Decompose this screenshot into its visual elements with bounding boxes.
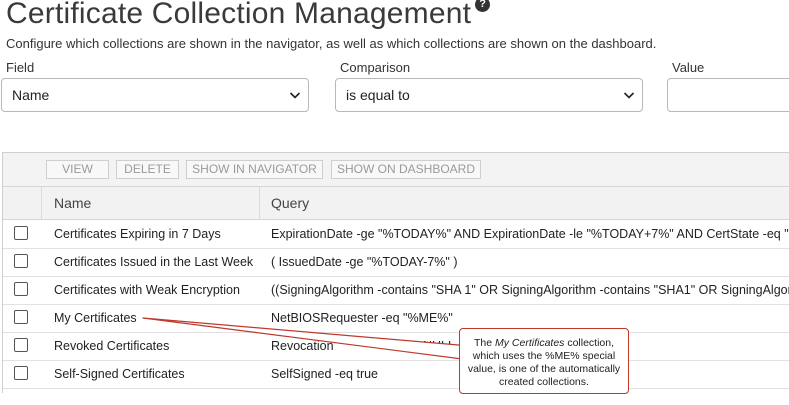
row-checkbox[interactable]: [14, 366, 28, 380]
table-row[interactable]: Self-Signed Certificates SelfSigned -eq …: [3, 360, 789, 389]
page-title-container: Certificate Collection Management?: [6, 0, 491, 31]
collections-grid: VIEW DELETE SHOW IN NAVIGATOR SHOW ON DA…: [2, 152, 789, 393]
row-name: Certificates Expiring in 7 Days: [54, 227, 221, 241]
page-title: Certificate Collection Management: [6, 0, 472, 30]
row-query: SelfSigned -eq true: [271, 367, 379, 381]
table-row[interactable]: Certificates Issued in the Last Week ( I…: [3, 248, 789, 277]
annotation-callout: The My Certificates collection, which us…: [459, 328, 629, 394]
row-query: Revocation: [271, 339, 334, 353]
show-on-dashboard-button[interactable]: SHOW ON DASHBOARD: [331, 160, 481, 179]
row-query: ExpirationDate -ge "%TODAY%" AND Expirat…: [271, 227, 789, 241]
row-name: Certificates Issued in the Last Week: [54, 255, 254, 269]
row-checkbox[interactable]: [14, 338, 28, 352]
row-query-tail: NULL: [423, 339, 455, 353]
view-button[interactable]: VIEW: [46, 160, 109, 179]
delete-button[interactable]: DELETE: [116, 160, 179, 179]
comparison-select[interactable]: is equal to: [335, 78, 643, 112]
table-row[interactable]: Revoked Certificates Revocation NULL: [3, 332, 789, 361]
table-row[interactable]: Certificates with Weak Encryption ((Sign…: [3, 276, 789, 305]
row-name: Revoked Certificates: [54, 339, 170, 353]
show-in-navigator-button[interactable]: SHOW IN NAVIGATOR: [186, 160, 323, 179]
table-row[interactable]: My Certificates NetBIOSRequester -eq "%M…: [3, 304, 789, 333]
help-icon[interactable]: ?: [475, 0, 491, 12]
column-header-query[interactable]: Query: [271, 187, 309, 219]
row-checkbox[interactable]: [14, 310, 28, 324]
grid-toolbar: VIEW DELETE SHOW IN NAVIGATOR SHOW ON DA…: [3, 153, 789, 187]
row-name: Certificates with Weak Encryption: [54, 283, 240, 297]
callout-emphasis: My Certificates: [494, 337, 565, 349]
row-query: ( IssuedDate -ge "%TODAY-7%" ): [271, 255, 458, 269]
chevron-down-icon: [289, 92, 301, 99]
row-checkbox[interactable]: [14, 282, 28, 296]
table-row[interactable]: Certificates Expiring in 7 Days Expirati…: [3, 220, 789, 249]
page-subtitle: Configure which collections are shown in…: [6, 36, 657, 51]
row-checkbox[interactable]: [14, 226, 28, 240]
row-checkbox[interactable]: [14, 254, 28, 268]
value-input[interactable]: [667, 78, 789, 112]
callout-prefix: The: [473, 337, 495, 349]
column-header-name[interactable]: Name: [54, 187, 91, 219]
comparison-select-value: is equal to: [346, 87, 410, 103]
row-name: Self-Signed Certificates: [54, 367, 185, 381]
field-select-value: Name: [12, 87, 50, 103]
value-label: Value: [672, 60, 705, 75]
column-divider: [259, 187, 260, 219]
field-label: Field: [6, 60, 35, 75]
comparison-label: Comparison: [340, 60, 411, 75]
row-query: NetBIOSRequester -eq "%ME%": [271, 311, 453, 325]
chevron-down-icon: [623, 92, 635, 99]
column-divider: [41, 187, 42, 219]
row-name: My Certificates: [54, 311, 137, 325]
row-query: ((SigningAlgorithm -contains "SHA 1" OR …: [271, 283, 789, 297]
field-select[interactable]: Name: [1, 78, 309, 112]
grid-header: Name Query: [3, 187, 789, 220]
